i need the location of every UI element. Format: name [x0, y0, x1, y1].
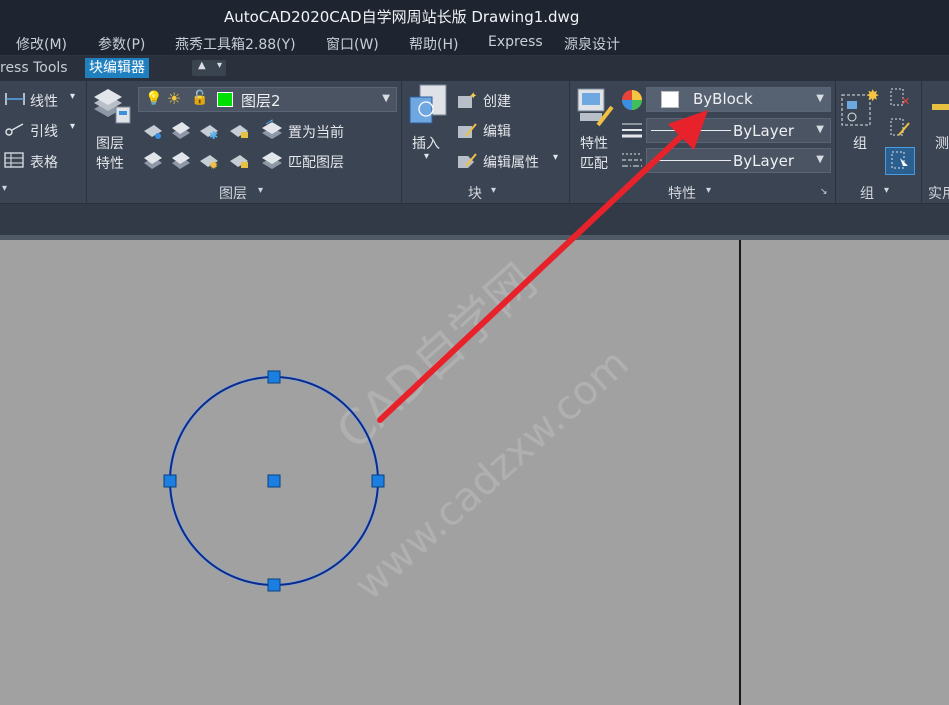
grip-center[interactable]	[267, 474, 281, 488]
grip-top[interactable]	[267, 370, 281, 384]
annotation-arrow-shaft	[377, 123, 695, 423]
grip-left[interactable]	[163, 474, 177, 488]
grip-bottom[interactable]	[267, 578, 281, 592]
grip-right[interactable]	[371, 474, 385, 488]
drawing-overlay	[163, 110, 708, 592]
